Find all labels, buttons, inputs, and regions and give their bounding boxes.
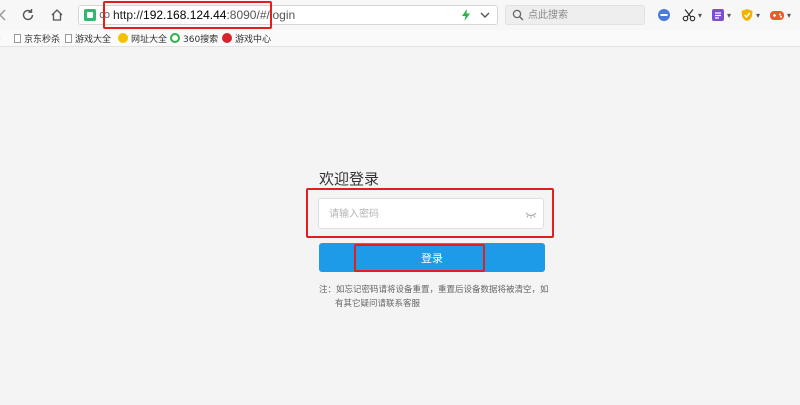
browser-toolbar: ꝏ http://192.168.124.44:8090/#/login ▾ ▾… <box>0 0 800 30</box>
reload-icon[interactable] <box>19 6 37 24</box>
bookmark-item[interactable]: 360搜索 <box>170 31 218 45</box>
page-icon <box>65 33 72 43</box>
note-line-2: 有其它疑问请联系客服 <box>335 299 421 309</box>
bookmark-label: 游戏中心 <box>235 34 272 45</box>
notes-extension[interactable]: ▾ <box>711 6 731 24</box>
bookmark-label: 游戏大全 <box>75 34 112 45</box>
game-center-icon <box>222 33 232 43</box>
caret-down-icon: ▾ <box>756 10 761 20</box>
screenshot-extension[interactable]: ▾ <box>682 6 702 24</box>
bookmark-item[interactable]: 网址大全 <box>118 31 167 45</box>
bookmark-label: 京东秒杀 <box>24 34 61 45</box>
login-note: 注：如忘记密码请将设备重置，重置后设备数据将被清空，如 有其它疑问请联系客服 <box>319 283 549 311</box>
login-title: 欢迎登录 <box>319 170 380 188</box>
guard-shield-icon <box>741 9 753 21</box>
password-highlight-box <box>306 188 554 238</box>
gamepad-icon <box>770 11 784 20</box>
globe-icon <box>118 33 128 43</box>
bookmarks-bar: ▸ 京东秒杀 游戏大全 网址大全 360搜索 游戏中心 <box>0 30 800 47</box>
note-line-1: 注：如忘记密码请将设备重置，重置后设备数据将被清空，如 <box>319 285 549 295</box>
back-icon[interactable] <box>0 6 12 24</box>
notes-icon <box>712 9 724 21</box>
shield-icon <box>84 9 96 21</box>
bookmark-label: 网址大全 <box>131 34 168 45</box>
bookmark-item[interactable]: 游戏中心 <box>222 31 271 45</box>
game-extension[interactable]: ▾ <box>769 6 791 24</box>
translate-icon <box>658 9 670 21</box>
chevron-down-icon[interactable] <box>479 9 491 24</box>
home-icon[interactable] <box>48 6 66 24</box>
search-icon <box>512 9 524 24</box>
search-input[interactable] <box>528 7 638 23</box>
bookmark-label: 360搜索 <box>183 34 219 45</box>
url-highlight-box <box>103 1 272 29</box>
lightning-icon[interactable] <box>461 9 471 24</box>
scissors-icon <box>682 9 696 22</box>
bookmark-item[interactable]: 游戏大全 <box>65 31 111 45</box>
bookmark-item[interactable]: 京东秒杀 <box>14 31 60 45</box>
360-icon <box>170 33 180 43</box>
caret-down-icon: ▾ <box>698 10 703 20</box>
login-button-highlight-box <box>354 244 485 272</box>
page-icon <box>14 33 21 43</box>
caret-down-icon: ▾ <box>727 10 732 20</box>
security-extension[interactable]: ▾ <box>740 6 760 24</box>
caret-down-icon: ▸ <box>0 34 1 42</box>
search-box[interactable] <box>505 5 645 25</box>
translate-extension[interactable] <box>657 6 671 24</box>
caret-down-icon: ▾ <box>787 10 792 20</box>
bookmark-item[interactable]: ▸ <box>0 31 1 45</box>
